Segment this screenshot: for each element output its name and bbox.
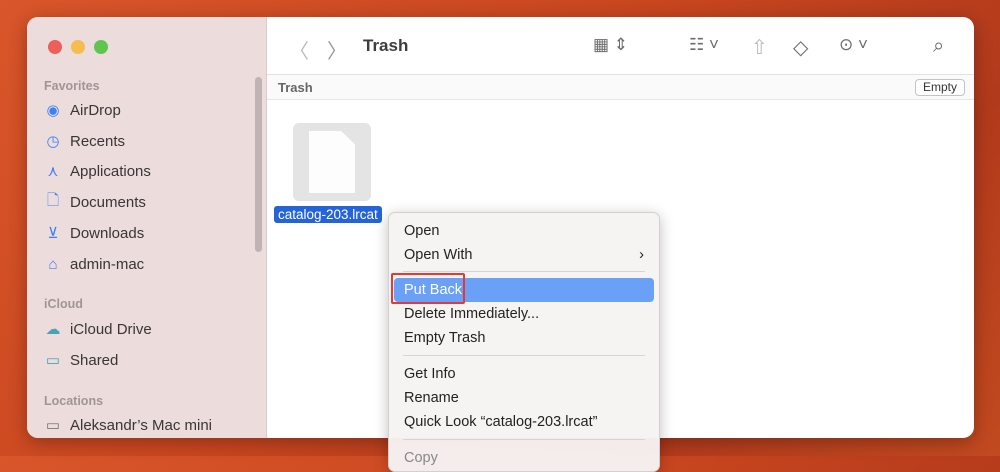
- document-icon: 🗋: [46, 191, 60, 209]
- home-icon: ⌂: [48, 255, 58, 273]
- sidebar-item-recents[interactable]: ◷ Recents: [44, 130, 125, 152]
- menu-item-rename[interactable]: Rename: [394, 386, 654, 410]
- chevron-right-icon: ›: [639, 247, 644, 263]
- path-label: Trash: [278, 80, 313, 95]
- menu-item-quick-look[interactable]: Quick Look “catalog-203.lrcat”: [394, 410, 654, 434]
- context-menu: Open Open With › Put Back Delete Immediat…: [388, 212, 660, 472]
- sidebar-item-icloud-drive[interactable]: ☁ iCloud Drive: [44, 318, 152, 340]
- zoom-button[interactable]: [94, 40, 108, 54]
- document-icon: [309, 131, 355, 193]
- annotation-highlight-box: [391, 273, 465, 304]
- sidebar-item-label: Recents: [70, 132, 126, 150]
- sidebar-item-mac-mini[interactable]: ▭ Aleksandr’s Mac mini: [44, 414, 212, 436]
- sidebar-scrollbar[interactable]: [255, 77, 262, 252]
- sidebar-item-label: admin-mac: [70, 255, 145, 273]
- minimize-button[interactable]: [71, 40, 85, 54]
- sidebar-item-label: iCloud Drive: [70, 320, 152, 338]
- sidebar-item-applications[interactable]: ⋏ Applications: [44, 160, 151, 182]
- menu-item-open-with[interactable]: Open With ›: [394, 243, 654, 267]
- sidebar-item-label: AirDrop: [70, 101, 121, 119]
- more-actions-icon[interactable]: ⊙ ˅: [839, 35, 868, 55]
- menu-item-label: Open With: [404, 247, 473, 263]
- sidebar-item-label: Downloads: [70, 224, 145, 242]
- sidebar-item-label: Aleksandr’s Mac mini: [70, 416, 212, 434]
- shared-folder-icon: ▭: [45, 352, 61, 369]
- sidebar-item-label: Shared: [70, 351, 119, 369]
- menu-item-delete-immediately[interactable]: Delete Immediately...: [394, 302, 654, 326]
- empty-trash-button[interactable]: Empty: [914, 79, 965, 96]
- menu-separator: [403, 439, 645, 440]
- close-button[interactable]: [48, 40, 62, 54]
- section-locations: Locations: [44, 394, 104, 408]
- sidebar-item-downloads[interactable]: ⊻ Downloads: [44, 222, 145, 244]
- search-icon[interactable]: ⌕: [933, 35, 944, 58]
- window-controls: [48, 40, 108, 54]
- sidebar-item-shared[interactable]: ▭ Shared: [44, 349, 118, 371]
- file-item[interactable]: [293, 123, 371, 201]
- menu-item-open[interactable]: Open: [394, 219, 654, 243]
- path-bar: Trash Empty: [267, 75, 974, 100]
- download-icon: ⊻: [47, 225, 59, 242]
- back-icon[interactable]: 〈: [289, 35, 309, 64]
- airdrop-icon: ◉: [46, 102, 60, 119]
- window-title: Trash: [363, 36, 409, 55]
- tag-icon[interactable]: ◇: [793, 35, 808, 60]
- file-name[interactable]: catalog-203.lrcat: [274, 206, 382, 223]
- sidebar-item-admin-mac[interactable]: ⌂ admin-mac: [44, 253, 144, 275]
- forward-icon[interactable]: 〉: [327, 35, 347, 64]
- clock-icon: ◷: [46, 133, 60, 150]
- sidebar-item-airdrop[interactable]: ◉ AirDrop: [44, 99, 121, 121]
- menu-separator: [403, 271, 645, 272]
- menu-item-copy[interactable]: Copy: [394, 446, 654, 470]
- share-icon[interactable]: ⇧: [751, 35, 768, 60]
- menu-separator: [403, 355, 645, 356]
- applications-icon: ⋏: [47, 163, 59, 180]
- toolbar: 〈 〉 Trash ▦ ⇕ ☷ ˅ ⇧ ◇ ⊙ ˅ ⌕: [267, 17, 974, 75]
- sidebar-item-label: Documents: [70, 193, 146, 211]
- menu-item-empty-trash[interactable]: Empty Trash: [394, 326, 654, 350]
- group-icon[interactable]: ☷ ˅: [689, 35, 719, 55]
- view-grid-icon[interactable]: ▦ ⇕: [593, 35, 628, 55]
- cloud-icon: ☁: [45, 321, 61, 338]
- section-favorites: Favorites: [44, 79, 100, 93]
- sidebar-item-documents[interactable]: 🗋 Documents: [44, 191, 146, 213]
- computer-icon: ▭: [45, 417, 61, 434]
- sidebar: Favorites ◉ AirDrop ◷ Recents ⋏ Application…: [27, 17, 267, 438]
- section-icloud: iCloud: [44, 297, 83, 311]
- sidebar-item-label: Applications: [70, 162, 151, 180]
- menu-item-get-info[interactable]: Get Info: [394, 362, 654, 386]
